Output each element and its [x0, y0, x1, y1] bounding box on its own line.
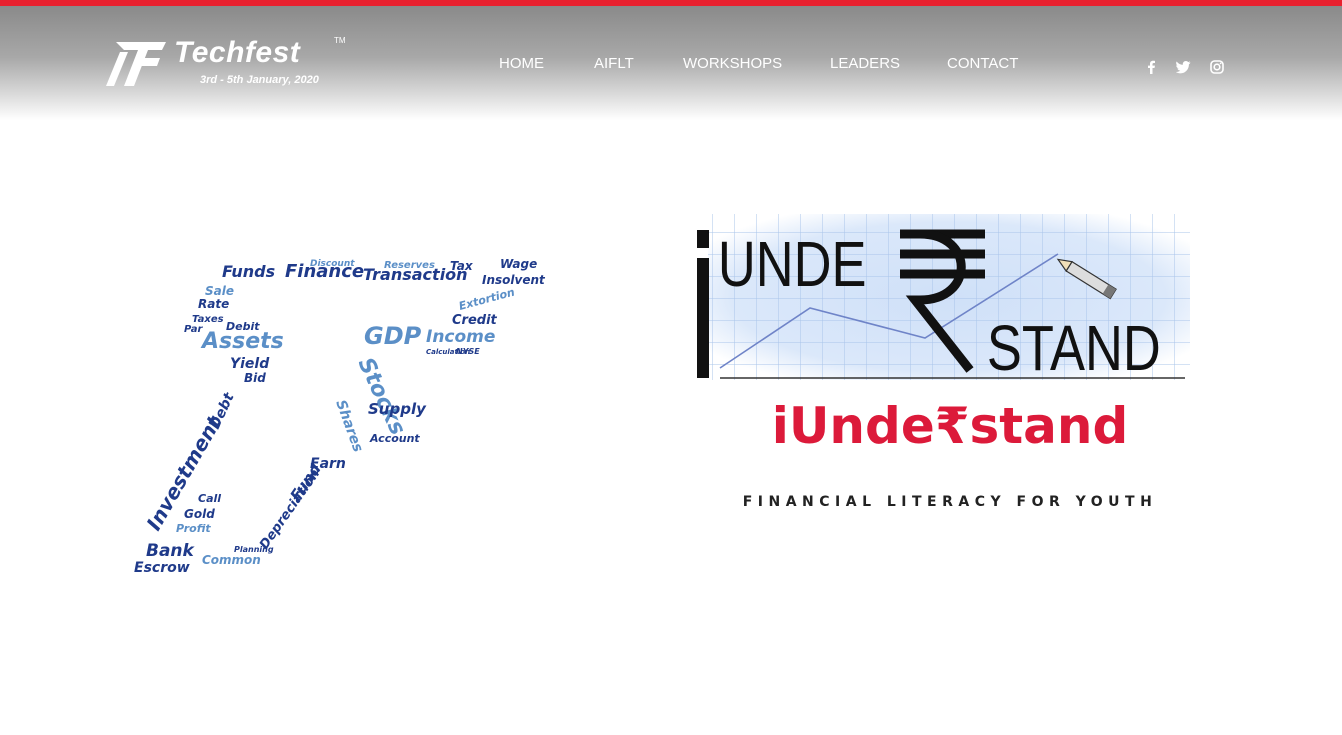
nav-leaders[interactable]: LEADERS	[830, 55, 900, 72]
event-dates: 3rd - 5th January, 2020	[200, 74, 319, 86]
word-bid: Bid	[244, 371, 266, 385]
word-rate: Rate	[198, 297, 229, 311]
page-title: iUnde₹stand	[771, 397, 1129, 455]
word-gdp: GDP	[364, 322, 422, 350]
site-header: Techfest TM 3rd - 5th January, 2020 HOME…	[0, 6, 1342, 120]
word-account: Account	[369, 432, 420, 445]
word-tax: Tax	[450, 259, 474, 273]
word-funds: Funds	[222, 262, 275, 281]
nav-workshops[interactable]: WORKSHOPS	[683, 55, 782, 72]
nav-aiflt[interactable]: AIFLT	[594, 55, 634, 72]
word-escrow: Escrow	[134, 560, 190, 576]
word-depreciation: Depreciation	[257, 467, 323, 553]
word-wage: Wage	[500, 257, 537, 271]
logo-i-dot	[697, 230, 709, 248]
word-shares: Shares	[332, 398, 366, 454]
word-insolvent: Insolvent	[482, 273, 546, 287]
wordcloud-svg: Funds Finance Transaction Tax Reserves D…	[134, 257, 546, 576]
word-credit: Credit	[452, 313, 498, 328]
facebook-icon[interactable]	[1145, 60, 1161, 76]
logo-bottom-word: STAND	[987, 313, 1161, 384]
word-par: Par	[184, 324, 203, 335]
techfest-logo[interactable]: Techfest TM 3rd - 5th January, 2020	[104, 36, 354, 96]
word-gold: Gold	[184, 507, 215, 521]
word-reserves: Reserves	[384, 260, 435, 271]
word-discount: Discount	[310, 259, 355, 269]
word-extortion: Extortion	[457, 285, 516, 312]
word-calculation: Calculation	[426, 348, 470, 356]
word-bank: Bank	[146, 541, 196, 561]
iunderstand-logo-svg: UNDE STAND	[697, 214, 1190, 384]
word-income: Income	[426, 327, 495, 347]
instagram-icon[interactable]	[1210, 60, 1226, 76]
word-supply: Supply	[368, 400, 427, 418]
logo-top-word: UNDE	[718, 229, 867, 300]
word-profit: Profit	[176, 522, 211, 535]
word-yield: Yield	[230, 356, 270, 372]
word-sale: Sale	[205, 284, 234, 298]
word-call: Call	[198, 492, 221, 505]
twitter-icon[interactable]	[1175, 60, 1192, 76]
tf-wordcloud-image: Funds Finance Transaction Tax Reserves D…	[130, 250, 550, 580]
page-tagline: FINANCIAL LITERACY FOR YOUTH	[742, 494, 1158, 510]
word-planning: Planning	[234, 545, 274, 554]
iunderstand-logo: UNDE STAND	[690, 210, 1190, 385]
word-assets: Assets	[200, 329, 284, 354]
tf-logo-icon	[106, 42, 166, 86]
brand-name: Techfest	[174, 36, 301, 69]
word-common: Common	[202, 553, 261, 567]
nav-contact[interactable]: CONTACT	[947, 55, 1018, 72]
logo-i-stem	[697, 258, 709, 378]
trademark-mark: TM	[334, 36, 346, 45]
word-stocks: Stocks	[353, 354, 410, 439]
nav-home[interactable]: HOME	[499, 55, 544, 72]
